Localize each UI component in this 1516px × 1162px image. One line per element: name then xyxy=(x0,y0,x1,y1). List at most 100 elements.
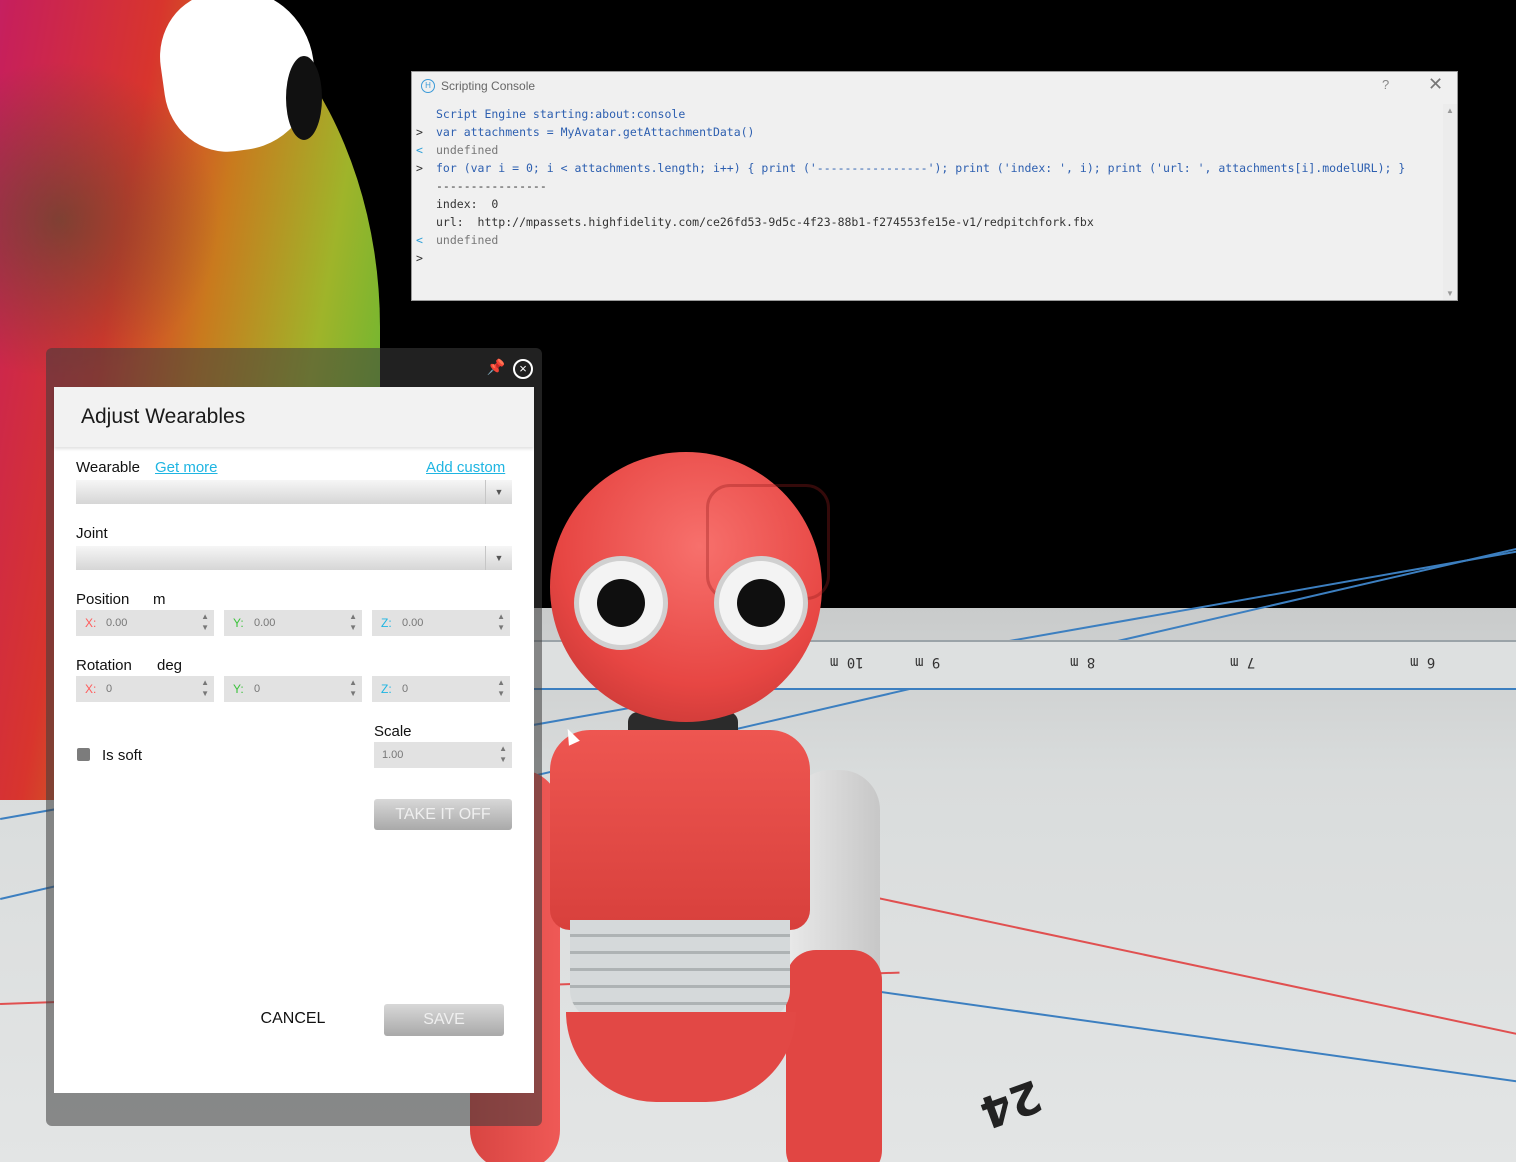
decrement-icon[interactable]: ▼ xyxy=(497,690,505,698)
is-soft-label: Is soft xyxy=(102,747,143,764)
console-line: ---------------- xyxy=(412,177,1442,195)
floor-ruler-label: 9 m xyxy=(915,654,941,670)
add-custom-link[interactable]: Add custom xyxy=(426,459,505,476)
position-unit: m xyxy=(153,591,166,608)
get-more-link[interactable]: Get more xyxy=(155,459,218,476)
cancel-button[interactable]: CANCEL xyxy=(242,1005,344,1033)
rotation-z-value[interactable]: 0 xyxy=(402,683,482,695)
console-line-text: var attachments = MyAvatar.getAttachment… xyxy=(436,125,755,139)
increment-icon[interactable]: ▲ xyxy=(201,613,209,621)
decrement-icon[interactable]: ▼ xyxy=(499,756,507,764)
scale-stepper[interactable]: 1.00 ▲ ▼ xyxy=(374,742,512,768)
increment-icon[interactable]: ▲ xyxy=(497,613,505,621)
chevron-down-icon: ▼ xyxy=(485,480,512,504)
scale-label: Scale xyxy=(374,723,412,740)
axis-y-label: Y: xyxy=(233,616,244,630)
robot-eye-left xyxy=(574,556,668,650)
chevron-down-icon: ▼ xyxy=(485,546,512,570)
robot-waist xyxy=(566,1012,796,1102)
axis-z-label: Z: xyxy=(381,682,392,696)
robot-eye-right xyxy=(714,556,808,650)
avatar-pupil xyxy=(286,56,322,140)
position-x-value[interactable]: 0.00 xyxy=(106,617,186,629)
dialog-title: Adjust Wearables xyxy=(81,405,246,428)
position-x-stepper[interactable]: X: 0.00 ▲ ▼ xyxy=(76,610,214,636)
console-line: < undefined xyxy=(412,231,1442,249)
floor-line xyxy=(859,988,1516,1088)
console-title: Scripting Console xyxy=(441,79,536,93)
is-soft-checkbox[interactable] xyxy=(77,748,90,761)
console-scrollbar[interactable]: ▲ ▼ xyxy=(1443,104,1457,300)
rotation-z-stepper[interactable]: Z: 0 ▲ ▼ xyxy=(372,676,510,702)
adjust-wearables-dialog: Adjust Wearables Wearable Get more Add c… xyxy=(54,387,534,1093)
console-prompt: > xyxy=(416,125,423,139)
console-line-text: undefined xyxy=(436,233,499,247)
console-line-text: url: http://mpassets.highfidelity.com/ce… xyxy=(436,215,1094,229)
console-prompt: < xyxy=(416,143,423,157)
console-line-text: undefined xyxy=(436,143,499,157)
position-label: Position xyxy=(76,591,130,608)
decrement-icon[interactable]: ▼ xyxy=(349,690,357,698)
console-line: Script Engine starting:about:console xyxy=(412,105,1442,123)
decrement-icon[interactable]: ▼ xyxy=(201,690,209,698)
position-y-stepper[interactable]: Y: 0.00 ▲ ▼ xyxy=(224,610,362,636)
robot-head xyxy=(550,452,830,722)
close-icon[interactable]: ✕ xyxy=(1428,74,1443,95)
wearable-select[interactable]: ▼ xyxy=(76,480,512,504)
axis-y-label: Y: xyxy=(233,682,244,696)
joint-label: Joint xyxy=(76,525,108,542)
floor-ruler-label: 6 m xyxy=(1410,654,1436,670)
console-prompt: < xyxy=(416,233,423,247)
console-line: index: 0 xyxy=(412,195,1442,213)
console-line: url: http://mpassets.highfidelity.com/ce… xyxy=(412,213,1442,231)
console-prompt: > xyxy=(416,161,423,175)
console-line-text: for (var i = 0; i < attachments.length; … xyxy=(436,161,1406,175)
position-z-stepper[interactable]: Z: 0.00 ▲ ▼ xyxy=(372,610,510,636)
increment-icon[interactable]: ▲ xyxy=(497,679,505,687)
rotation-y-stepper[interactable]: Y: 0 ▲ ▼ xyxy=(224,676,362,702)
scroll-up-icon[interactable]: ▲ xyxy=(1446,106,1454,115)
floor-ruler-label: 8 m xyxy=(1070,654,1096,670)
robot-chest xyxy=(550,730,810,930)
dialog-header: Adjust Wearables xyxy=(54,387,534,447)
rotation-label: Rotation xyxy=(76,657,132,674)
rotation-unit: deg xyxy=(157,657,183,674)
console-prompt: > xyxy=(416,251,423,265)
save-button[interactable]: SAVE xyxy=(384,1004,504,1036)
robot-belly xyxy=(570,920,790,1020)
console-line: > var attachments = MyAvatar.getAttachmen… xyxy=(412,123,1442,141)
scripting-console-window[interactable]: H Scripting Console ? ✕ Script Engine st… xyxy=(411,71,1458,301)
console-line-text: index: 0 xyxy=(436,197,499,211)
axis-x-label: X: xyxy=(85,616,97,630)
close-icon[interactable]: × xyxy=(513,359,533,379)
console-line-text: ---------------- xyxy=(436,179,547,193)
robot-forearm-right xyxy=(786,950,882,1162)
decrement-icon[interactable]: ▼ xyxy=(497,624,505,632)
console-line: < undefined xyxy=(412,141,1442,159)
console-line: > xyxy=(412,249,1442,267)
scroll-down-icon[interactable]: ▼ xyxy=(1446,289,1454,298)
console-titlebar[interactable]: H Scripting Console ? ✕ xyxy=(412,72,1457,100)
help-button[interactable]: ? xyxy=(1382,77,1389,92)
scale-value[interactable]: 1.00 xyxy=(382,749,462,761)
joint-select[interactable]: ▼ xyxy=(76,546,512,570)
position-z-value[interactable]: 0.00 xyxy=(402,617,482,629)
increment-icon[interactable]: ▲ xyxy=(349,679,357,687)
decrement-icon[interactable]: ▼ xyxy=(349,624,357,632)
console-output[interactable]: Script Engine starting:about:console > var… xyxy=(412,105,1442,299)
position-y-value[interactable]: 0.00 xyxy=(254,617,334,629)
take-it-off-button[interactable]: TAKE IT OFF xyxy=(374,799,512,830)
wearable-label: Wearable xyxy=(76,459,140,476)
console-line: > for (var i = 0; i < attachments.length;… xyxy=(412,159,1442,177)
increment-icon[interactable]: ▲ xyxy=(349,613,357,621)
axis-x-label: X: xyxy=(85,682,97,696)
floor-ruler-label: 7 m xyxy=(1230,654,1256,670)
rotation-x-stepper[interactable]: X: 0 ▲ ▼ xyxy=(76,676,214,702)
console-line-text: Script Engine starting:about:console xyxy=(436,107,686,121)
increment-icon[interactable]: ▲ xyxy=(499,745,507,753)
rotation-y-value[interactable]: 0 xyxy=(254,683,334,695)
decrement-icon[interactable]: ▼ xyxy=(201,624,209,632)
rotation-x-value[interactable]: 0 xyxy=(106,683,186,695)
pin-icon[interactable]: 📌 xyxy=(486,358,506,378)
increment-icon[interactable]: ▲ xyxy=(201,679,209,687)
